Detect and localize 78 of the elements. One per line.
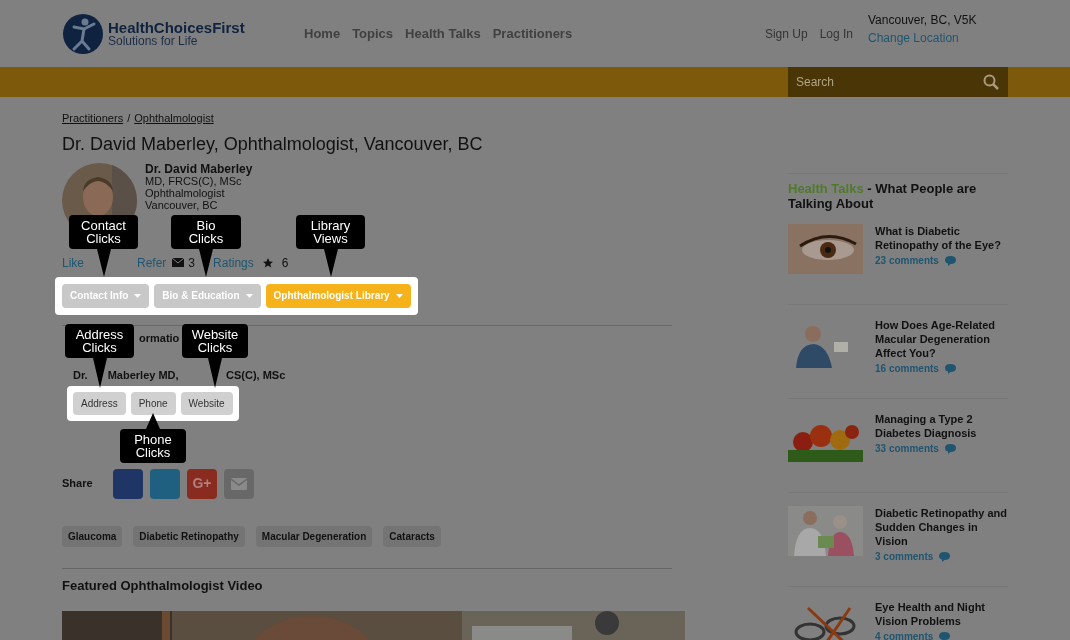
callout: Address Clicks xyxy=(65,324,134,358)
pointer-icon xyxy=(92,358,107,388)
change-location-link[interactable]: Change Location xyxy=(868,28,1008,47)
comments-link[interactable]: 16 comments xyxy=(875,361,939,376)
article-link[interactable]: How Does Age-Related Macular Degeneration Affect You? xyxy=(875,318,1008,360)
callout: Website Clicks xyxy=(182,324,248,358)
nav-link[interactable]: Topics xyxy=(352,23,394,44)
callout: Contact Clicks xyxy=(69,215,138,249)
sidebar-heading: Health Talks - What People are Talking About xyxy=(788,181,978,211)
logo-title: HealthChoicesFirst xyxy=(108,20,245,35)
share-button[interactable] xyxy=(150,468,180,499)
article-link[interactable]: Managing a Type 2 Diabetes Diagnosis xyxy=(875,412,1008,440)
email-share-button[interactable] xyxy=(224,468,254,499)
caret-icon xyxy=(134,293,142,298)
refer-link[interactable]: Refer xyxy=(137,253,167,272)
nav-link[interactable]: Home xyxy=(304,23,341,44)
topic-tag[interactable]: Glaucoma xyxy=(62,525,123,547)
star-count: 6 xyxy=(281,254,289,272)
share-button[interactable] xyxy=(113,468,143,499)
breadcrumb-link[interactable]: Practitioners xyxy=(62,110,124,127)
pointer-icon xyxy=(323,249,338,277)
star-icon xyxy=(261,256,274,269)
article-link[interactable]: Diabetic Retinopathy and Sudden Changes in Vision xyxy=(875,506,1008,548)
practitioner-detail: MD, FRCS(C), MSc xyxy=(145,174,242,187)
topic-tag[interactable]: Diabetic Retinopathy xyxy=(133,525,245,547)
callout: Phone Clicks xyxy=(120,429,186,463)
speech-bubble-icon xyxy=(944,363,956,374)
page-title: Dr. David Maberley, Ophthalmologist, Vancouver, BC xyxy=(62,132,484,155)
section-heading: Featured Ophthalmologist Video xyxy=(62,576,264,595)
caret-icon xyxy=(245,293,253,298)
article-link[interactable]: What is Diabetic Retinopathy of the Eye? xyxy=(875,224,1008,252)
comments-link[interactable]: 3 comments xyxy=(875,549,934,564)
contact-name: CS(C), MSc xyxy=(226,368,286,382)
article-link[interactable]: Eye Health and Night Vision Problems xyxy=(875,600,1008,628)
like-link[interactable]: Like xyxy=(62,253,84,272)
topic-tag[interactable]: Macular Degeneration xyxy=(255,525,373,547)
contact-name: Maberley MD, xyxy=(107,368,179,382)
comments-link[interactable]: 23 comments xyxy=(875,253,939,268)
comments-link[interactable]: 33 comments xyxy=(875,441,939,456)
logo-icon xyxy=(62,12,104,55)
contact-button[interactable]: Address xyxy=(73,391,126,415)
comments-link[interactable]: 4 comments xyxy=(875,629,934,640)
pointer-icon xyxy=(146,413,160,429)
practitioner-name: Dr. David Maberley xyxy=(145,162,253,175)
topic-tag[interactable]: Cataracts xyxy=(383,525,441,547)
breadcrumb-separator: / xyxy=(127,111,131,126)
pointer-icon xyxy=(208,358,222,388)
speech-bubble-icon xyxy=(939,551,951,562)
share-button[interactable]: G+ xyxy=(187,468,217,499)
location-text: Vancouver, BC, V5K xyxy=(868,11,978,29)
profile-tab[interactable]: Ophthalmologist Library xyxy=(265,283,411,308)
mail-count: 3 xyxy=(188,254,196,272)
contact-button[interactable]: Phone xyxy=(130,391,176,415)
contact-name: Dr. xyxy=(73,368,88,382)
speech-bubble-icon xyxy=(944,443,956,454)
envelope-icon xyxy=(172,258,185,267)
pointer-icon xyxy=(199,249,213,277)
breadcrumb-link[interactable]: Ophthalmologist xyxy=(134,110,214,127)
pointer-icon xyxy=(96,249,111,277)
search-icon xyxy=(983,74,999,90)
nav-link[interactable]: Health Talks xyxy=(405,23,481,44)
speech-bubble-icon xyxy=(944,255,956,266)
callout: Library Views xyxy=(296,215,365,249)
caret-icon xyxy=(395,293,403,298)
practitioner-detail: Ophthalmologist xyxy=(145,186,226,199)
account-link[interactable]: Sign Up xyxy=(764,24,808,43)
practitioner-detail: Vancouver, BC xyxy=(145,198,218,211)
section-heading: ormatio xyxy=(139,330,180,345)
contact-button[interactable]: Website xyxy=(180,391,233,415)
callout: Bio Clicks xyxy=(171,215,241,249)
ratings-link[interactable]: Ratings xyxy=(213,253,254,272)
search-field[interactable]: Search xyxy=(788,67,1008,97)
logo-tagline: Solutions for Life xyxy=(108,35,199,47)
share-label: Share xyxy=(62,476,94,492)
speech-bubble-icon xyxy=(939,631,951,640)
nav-link[interactable]: Practitioners xyxy=(492,23,573,44)
account-link[interactable]: Log In xyxy=(819,24,853,43)
envelope-icon xyxy=(231,477,247,490)
